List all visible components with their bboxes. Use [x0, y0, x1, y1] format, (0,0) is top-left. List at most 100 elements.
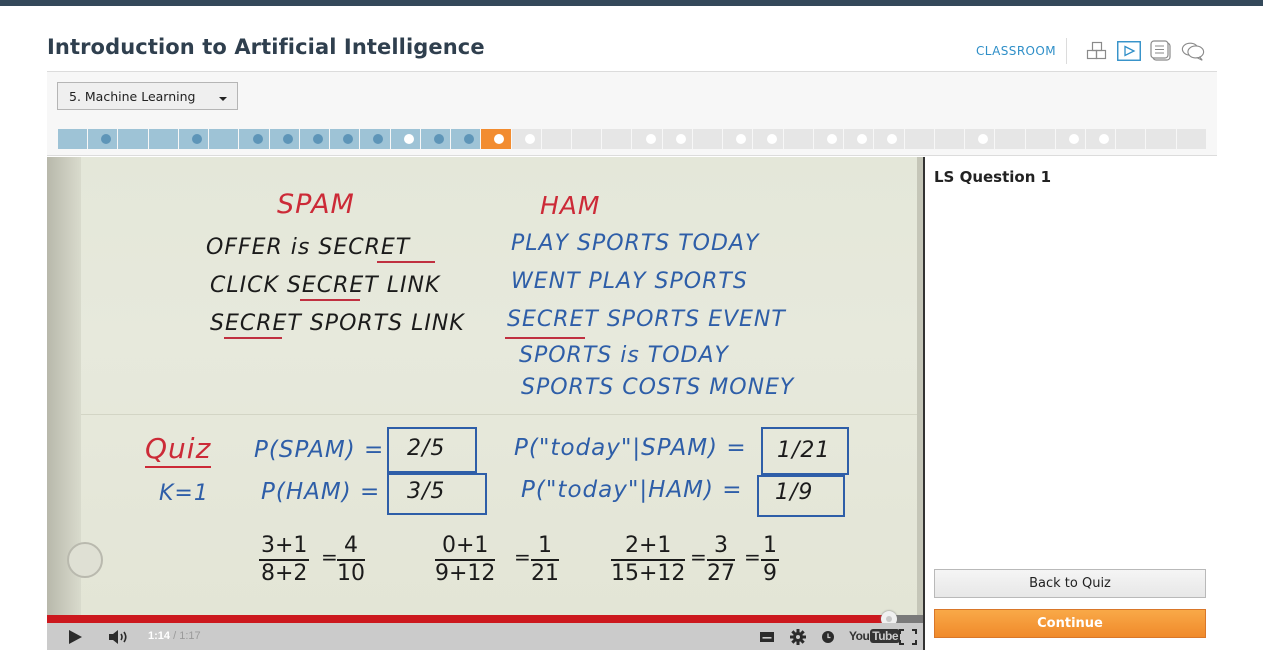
lesson-segment-5[interactable] [178, 129, 209, 149]
equals-sign: = [321, 545, 338, 569]
course-map-icon[interactable] [1085, 39, 1109, 63]
youtube-logo-tube: Tube [870, 629, 901, 643]
lesson-segment-24[interactable] [753, 129, 783, 149]
lesson-segment-28[interactable] [874, 129, 904, 149]
lesson-segment-17[interactable] [541, 129, 571, 149]
lesson-segment-37[interactable] [1146, 129, 1176, 149]
notes-icon[interactable] [1149, 39, 1173, 63]
fullscreen-button[interactable] [899, 627, 917, 646]
lesson-segment-6[interactable] [209, 129, 239, 149]
quiz-marker-icon [645, 134, 656, 144]
lesson-segment-21[interactable] [662, 129, 692, 149]
p-ham-label: P(HAM) = [261, 479, 381, 505]
video-player[interactable]: SPAM HAM OFFER is SECRET CLICK SECRET LI… [47, 157, 923, 650]
lesson-dropdown[interactable]: 5. Machine Learning [57, 82, 238, 110]
numerator: 1 [761, 533, 779, 561]
lesson-segment-22[interactable] [692, 129, 723, 149]
video-play-icon[interactable] [1117, 39, 1141, 63]
lesson-segment-10[interactable] [330, 129, 360, 149]
paper-fold [81, 414, 917, 415]
underline [224, 337, 282, 339]
quiz-marker-icon [887, 134, 898, 144]
gear-icon [790, 628, 806, 645]
video-time-display: 1:14 / 1:17 [148, 630, 201, 642]
lesson-segment-19[interactable] [602, 129, 632, 149]
numerator: 1 [531, 533, 559, 561]
lesson-segment-30[interactable] [934, 129, 965, 149]
nav-divider [1066, 38, 1067, 64]
youtube-logo[interactable]: You Tube [849, 627, 901, 645]
equals-sign: = [690, 545, 707, 569]
lesson-segment-8[interactable] [269, 129, 299, 149]
lesson-segment-31[interactable] [965, 129, 995, 149]
denominator: 10 [337, 561, 365, 586]
lesson-segment-38[interactable] [1176, 129, 1206, 149]
spam-line: CLICK SECRET LINK [210, 273, 441, 298]
lesson-segment-7[interactable] [239, 129, 269, 149]
lesson-segment-14[interactable] [451, 129, 481, 149]
lesson-segment-15-current[interactable] [481, 129, 511, 149]
lesson-segment-16[interactable] [511, 129, 541, 149]
volume-button[interactable] [108, 627, 130, 646]
denominator: 27 [707, 561, 735, 586]
lesson-segment-12[interactable] [390, 129, 420, 149]
band-divider [47, 155, 1217, 156]
lesson-segment-3[interactable] [118, 129, 148, 149]
spam-heading: SPAM [277, 189, 355, 220]
lesson-segment-2[interactable] [88, 129, 118, 149]
lesson-segment-33[interactable] [1025, 129, 1055, 149]
p-ham-answer: 3/5 [407, 479, 446, 504]
lesson-segment-36[interactable] [1116, 129, 1146, 149]
lesson-segment-4[interactable] [148, 129, 178, 149]
lesson-segment-13[interactable] [420, 129, 451, 149]
lesson-segment-32[interactable] [995, 129, 1025, 149]
captions-button[interactable] [759, 627, 775, 646]
lesson-segment-26[interactable] [813, 129, 844, 149]
lesson-segment-35[interactable] [1085, 129, 1116, 149]
paper-punch-hole [67, 542, 103, 578]
lesson-segment-25[interactable] [783, 129, 813, 149]
lesson-segment-18[interactable] [571, 129, 602, 149]
completed-marker-icon [252, 134, 263, 144]
quiz-marker-icon [826, 134, 837, 144]
lesson-segment-27[interactable] [844, 129, 874, 149]
calc-fraction: 3+1 8+2 [259, 533, 310, 587]
youtube-logo-you: You [849, 629, 870, 643]
spam-line: SECRET SPORTS LINK [210, 311, 465, 336]
calc-result: 1 21 [531, 533, 559, 587]
quiz-marker-icon [978, 134, 989, 144]
lesson-segment-1[interactable] [58, 129, 88, 149]
video-frame-whiteboard: SPAM HAM OFFER is SECRET CLICK SECRET LI… [47, 157, 923, 615]
completed-marker-icon [343, 134, 354, 144]
denominator: 15+12 [611, 561, 686, 586]
classroom-link[interactable]: CLASSROOM [976, 44, 1056, 58]
back-to-quiz-button[interactable]: Back to Quiz [934, 569, 1206, 598]
time-separator: / [170, 630, 180, 642]
play-icon [69, 629, 82, 644]
lesson-segment-20[interactable] [632, 129, 662, 149]
video-seek-bar[interactable] [47, 611, 923, 627]
calc-result: 4 10 [337, 533, 365, 587]
settings-button[interactable] [789, 627, 807, 646]
p-spam-answer: 2/5 [407, 436, 446, 461]
discussion-icon[interactable] [1181, 39, 1205, 63]
course-title: Introduction to Artificial Intelligence [47, 35, 485, 59]
lesson-segment-11[interactable] [360, 129, 390, 149]
k-label: K=1 [159, 481, 209, 506]
chevron-down-icon [219, 97, 227, 101]
watch-later-button[interactable] [821, 627, 835, 646]
underline [377, 261, 435, 263]
ham-heading: HAM [540, 191, 601, 220]
lesson-segment-23[interactable] [723, 129, 753, 149]
denominator: 9 [763, 561, 777, 586]
denominator: 21 [531, 561, 559, 586]
lesson-segment-34[interactable] [1055, 129, 1085, 149]
quiz-marker-icon [736, 134, 747, 144]
lesson-segment-9[interactable] [299, 129, 330, 149]
completed-marker-icon [192, 134, 203, 144]
continue-button[interactable]: Continue [934, 609, 1206, 638]
p-today-spam-answer: 1/21 [777, 438, 831, 463]
play-button[interactable] [65, 627, 85, 646]
ham-line: SECRET SPORTS EVENT [507, 307, 786, 332]
lesson-segment-29[interactable] [904, 129, 934, 149]
